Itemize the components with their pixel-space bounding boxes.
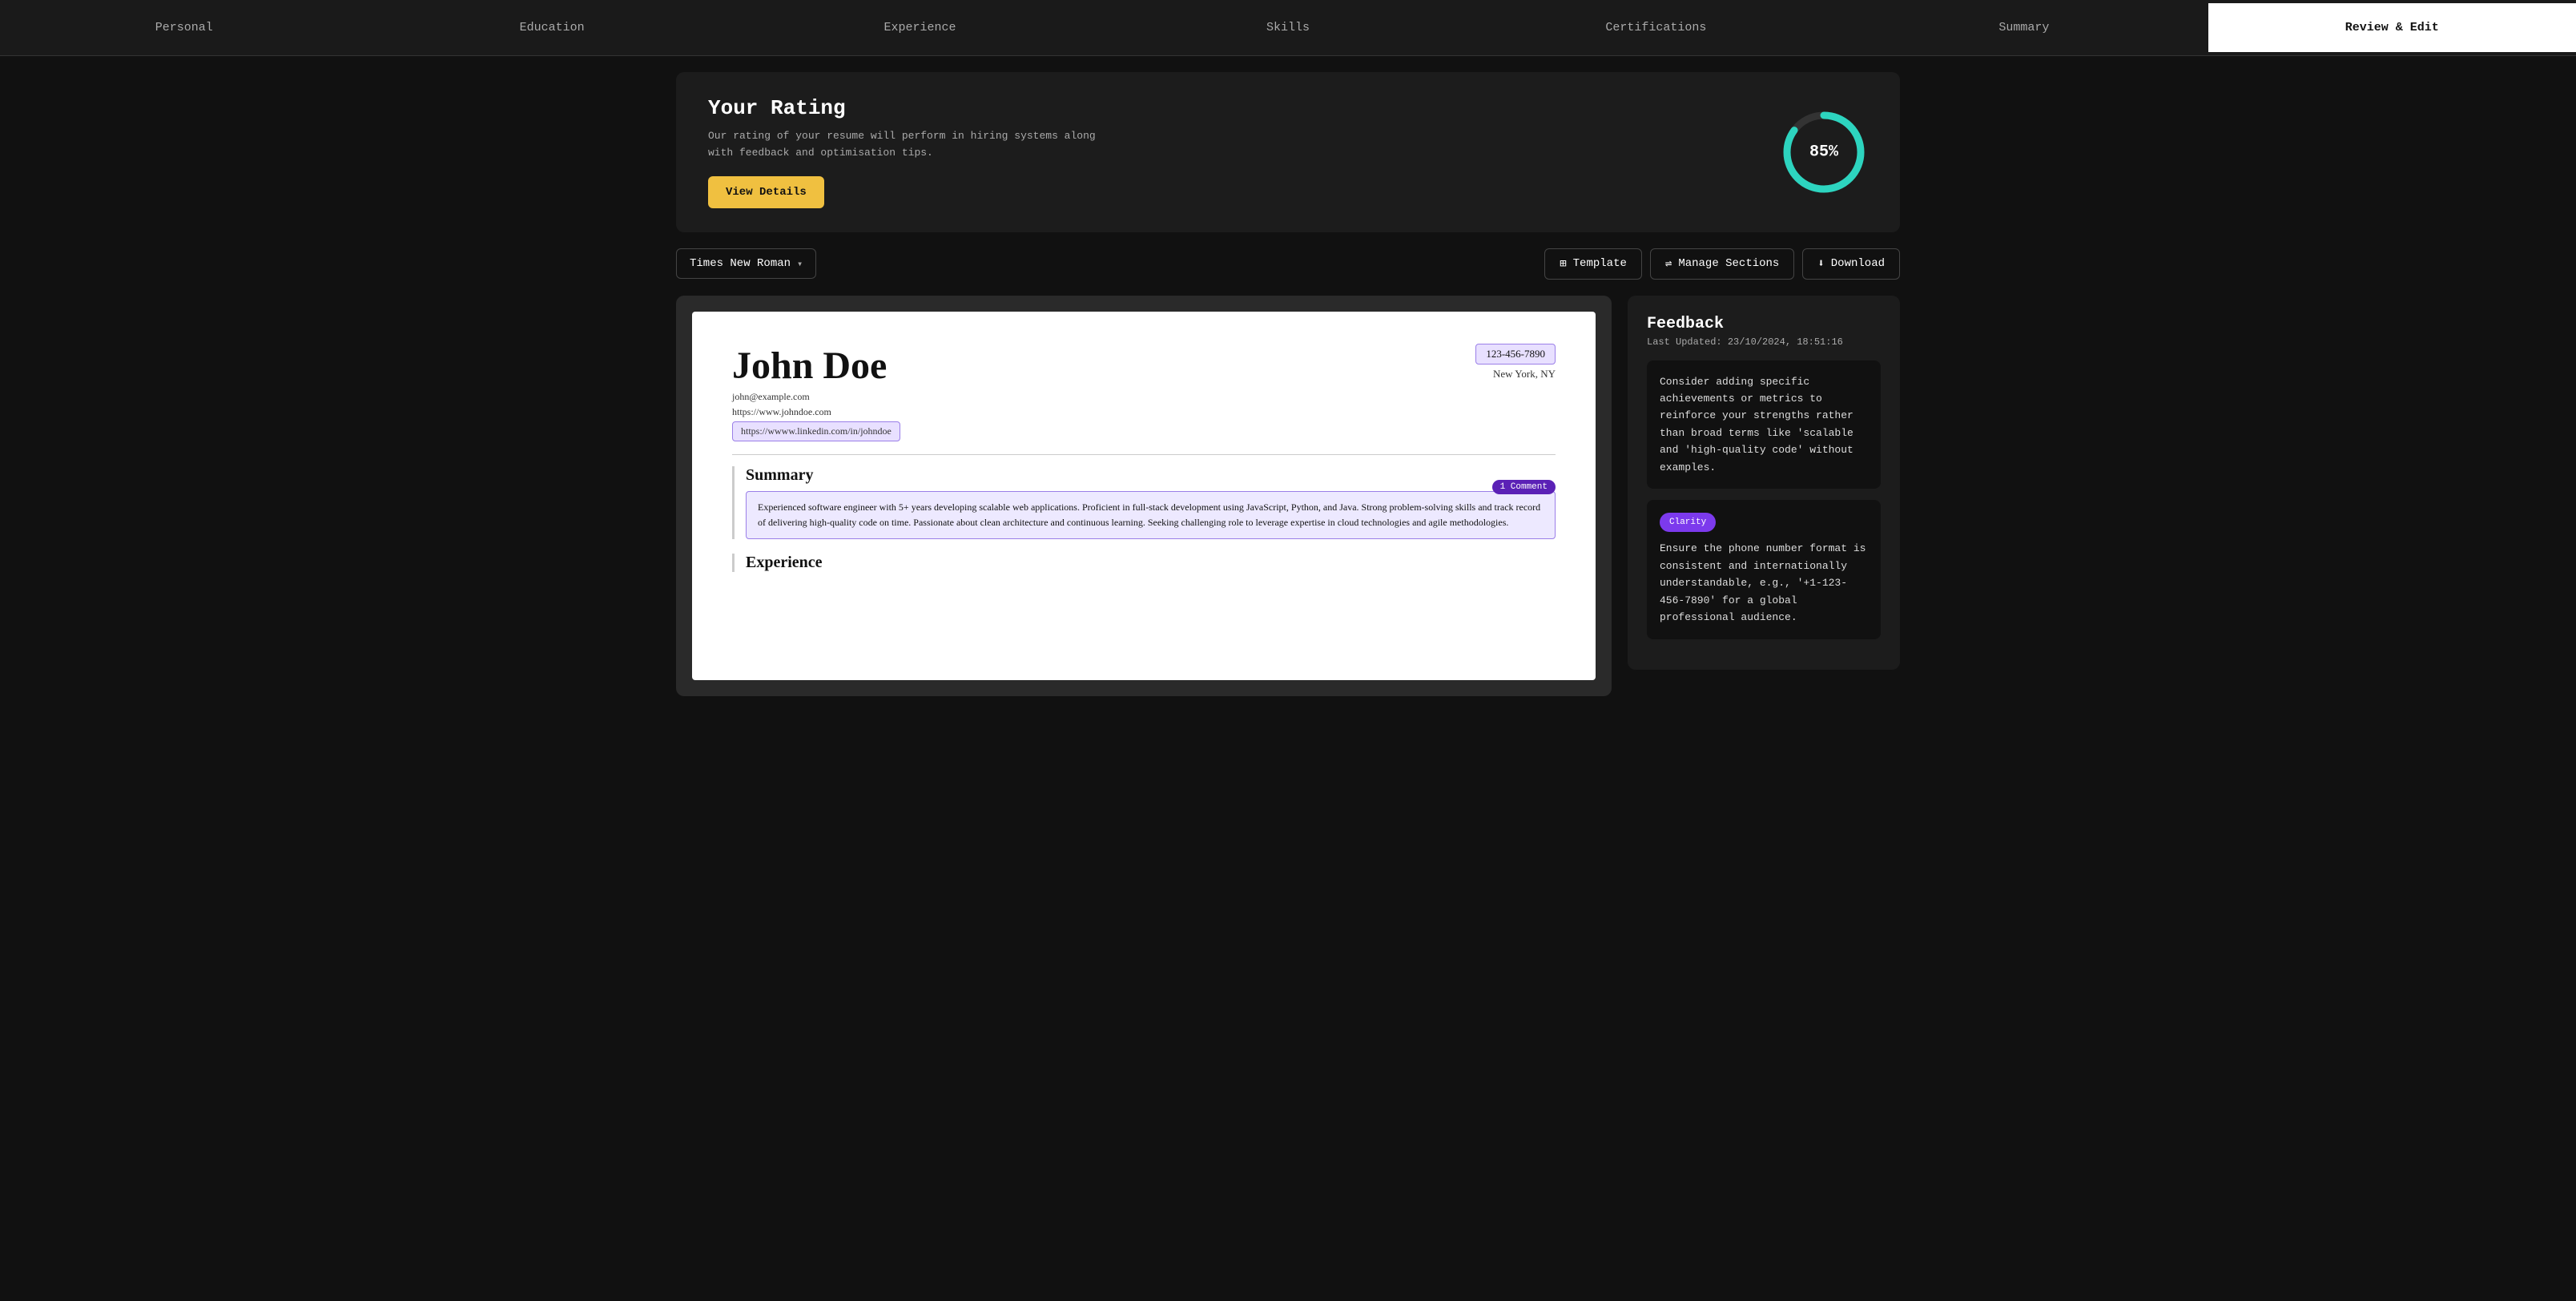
resume-linkedin[interactable]: https://wwww.linkedin.com/in/johndoe	[732, 421, 900, 441]
rating-title: Your Rating	[708, 96, 1109, 120]
chevron-down-icon: ▾	[797, 258, 803, 270]
resume-phone: 123-456-7890	[1475, 344, 1556, 365]
manage-sections-label: Manage Sections	[1678, 257, 1779, 270]
nav-item-review-edit[interactable]: Review & Edit	[2208, 3, 2576, 52]
resume-section-summary: Summary 1 Comment Experienced software e…	[732, 466, 1556, 539]
feedback-title: Feedback	[1647, 315, 1881, 333]
rating-card: Your Rating Our rating of your resume wi…	[676, 72, 1900, 232]
feedback-item-2-text: Ensure the phone number format is consis…	[1660, 540, 1868, 626]
top-nav: Personal Education Experience Skills Cer…	[0, 0, 2576, 56]
resume-name-block: John Doe john@example.com https://www.jo…	[732, 344, 900, 441]
view-details-button[interactable]: View Details	[708, 176, 824, 208]
feedback-date: Last Updated: 23/10/2024, 18:51:16	[1647, 336, 1881, 348]
rating-text: Your Rating Our rating of your resume wi…	[708, 96, 1109, 208]
feedback-item-2: Clarity Ensure the phone number format i…	[1647, 500, 1881, 638]
comment-container: 1 Comment Experienced software engineer …	[746, 491, 1556, 539]
resume-section-experience: Experience	[732, 554, 1556, 572]
template-label: Template	[1573, 257, 1627, 270]
resume-document: John Doe john@example.com https://www.jo…	[692, 312, 1596, 680]
download-label: Download	[1831, 257, 1885, 270]
nav-item-skills[interactable]: Skills	[1104, 3, 1471, 52]
nav-item-summary[interactable]: Summary	[1840, 3, 2208, 52]
feedback-item-1-text: Consider adding specific achievements or…	[1660, 376, 1854, 473]
feedback-panel: Feedback Last Updated: 23/10/2024, 18:51…	[1628, 296, 1900, 670]
resume-feedback-layout: John Doe john@example.com https://www.jo…	[676, 296, 1900, 696]
resume-location: New York, NY	[1475, 368, 1556, 381]
rating-score-label: 85%	[1809, 143, 1838, 161]
feedback-badge-clarity: Clarity	[1660, 513, 1716, 532]
summary-section-title: Summary	[746, 466, 1556, 485]
nav-item-certifications[interactable]: Certifications	[1472, 3, 1840, 52]
resume-website: https://www.johndoe.com	[732, 406, 900, 418]
feedback-item-1: Consider adding specific achievements or…	[1647, 360, 1881, 489]
download-button[interactable]: ⬇ Download	[1802, 248, 1900, 280]
main-content: Your Rating Our rating of your resume wi…	[644, 56, 1932, 712]
summary-text: Experienced software engineer with 5+ ye…	[746, 491, 1556, 539]
resume-divider	[732, 454, 1556, 455]
nav-item-experience[interactable]: Experience	[736, 3, 1104, 52]
nav-item-education[interactable]: Education	[368, 3, 735, 52]
font-selector[interactable]: Times New Roman ▾	[676, 248, 816, 279]
download-icon: ⬇	[1817, 257, 1824, 271]
template-icon: ⊞	[1560, 257, 1566, 271]
resume-contact-right: 123-456-7890 New York, NY	[1475, 344, 1556, 381]
comment-badge[interactable]: 1 Comment	[1492, 480, 1556, 494]
resume-panel: John Doe john@example.com https://www.jo…	[676, 296, 1612, 696]
resume-header: John Doe john@example.com https://www.jo…	[732, 344, 1556, 441]
rating-circle: 85%	[1780, 108, 1868, 196]
experience-section-title: Experience	[746, 554, 1556, 572]
manage-sections-button[interactable]: ⇌ Manage Sections	[1650, 248, 1794, 280]
resume-name: John Doe	[732, 344, 900, 388]
nav-item-personal[interactable]: Personal	[0, 3, 368, 52]
toolbar: Times New Roman ▾ ⊞ Template ⇌ Manage Se…	[676, 248, 1900, 280]
font-selector-label: Times New Roman	[690, 257, 791, 270]
resume-email: john@example.com	[732, 391, 900, 403]
template-button[interactable]: ⊞ Template	[1544, 248, 1642, 280]
rating-description: Our rating of your resume will perform i…	[708, 128, 1109, 162]
toolbar-right: ⊞ Template ⇌ Manage Sections ⬇ Download	[1544, 248, 1900, 280]
manage-sections-icon: ⇌	[1665, 257, 1672, 271]
